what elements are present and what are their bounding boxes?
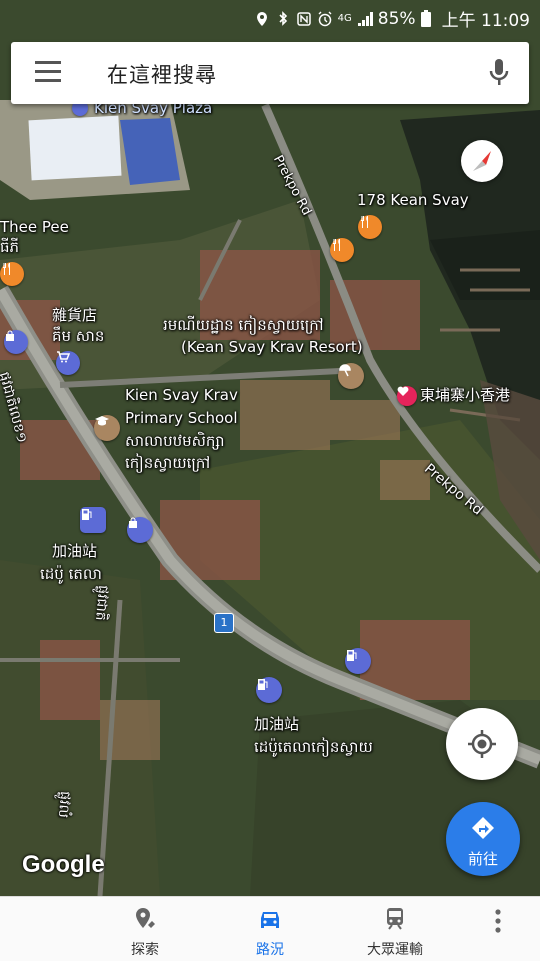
road-khmer-label-3: ផ្លូវលំ [54, 790, 74, 819]
search-input[interactable]: 在這裡搜尋 [107, 59, 217, 89]
location-icon [256, 11, 267, 26]
search-bar[interactable]: 在這裡搜尋 [11, 42, 529, 104]
nav-item-explore[interactable]: 探索 [100, 897, 190, 961]
heart-pin-icon[interactable] [397, 386, 417, 406]
signal-icon [357, 11, 373, 26]
microphone-icon[interactable] [489, 57, 509, 89]
gas-station-pin-icon-2[interactable] [345, 648, 371, 674]
clock-time: 上午 11:09 [441, 11, 530, 31]
gas-station-pin-icon[interactable] [80, 507, 106, 533]
school-english-label-1[interactable]: Kien Svay Krav [125, 386, 238, 405]
gas-station-khmer-label-2[interactable]: ដេប៉ូតេលាកៀនស្វាយ [254, 738, 373, 757]
battery-icon [420, 10, 431, 27]
gas-station-label-1[interactable]: 加油站 [52, 542, 97, 561]
road-shield: 1 [214, 613, 234, 633]
google-logo: Google [22, 851, 105, 878]
pin-icon [136, 908, 155, 928]
nfc-icon [296, 11, 311, 26]
menu-icon[interactable] [35, 61, 61, 85]
restaurant-pin-icon-3[interactable] [0, 262, 24, 286]
resort-english-label[interactable]: (Kean Svay Krav Resort) [181, 338, 363, 357]
thee-pee-khmer-label[interactable]: ធីភី [0, 238, 19, 257]
kean-svay-178-label[interactable]: 178 Kean Svay [357, 191, 469, 210]
thee-pee-label[interactable]: Thee Pee [0, 218, 69, 237]
shopping-bag-icon[interactable] [4, 330, 28, 354]
restaurant-pin-icon[interactable] [358, 215, 382, 239]
restaurant-pin-icon-2[interactable] [330, 238, 354, 262]
status-bar: 4G 85% 上午 11:09 [0, 0, 540, 34]
gas-station-khmer-label-1[interactable]: ដេប៉ូ តេលា [40, 565, 102, 584]
alarm-icon [318, 11, 332, 26]
resort-khmer-label[interactable]: រមណីយដ្ឋាន កៀនស្វាយក្រៅ [163, 316, 324, 335]
bottom-navigation: 探索 路況 大眾運輸 [0, 896, 540, 961]
grocery-khmer-label[interactable]: គឹម សាន [52, 327, 104, 346]
school-khmer-label-1[interactable]: សាលាបឋមសិក្សា [125, 432, 224, 451]
school-hat-icon[interactable] [94, 415, 120, 441]
shopping-bag-icon-2[interactable] [127, 517, 153, 543]
nav-item-transit[interactable]: 大眾運輸 [345, 897, 445, 961]
grocery-label[interactable]: 雜貨店 [52, 306, 97, 325]
train-icon [387, 908, 403, 930]
battery-percent: 85% [377, 8, 416, 29]
shopping-cart-icon[interactable] [56, 351, 80, 375]
nav-label-traffic: 路況 [256, 942, 284, 958]
more-options-icon[interactable] [486, 907, 510, 937]
car-icon [261, 912, 279, 928]
directions-button[interactable]: 前往 [446, 802, 520, 876]
bluetooth-icon [279, 10, 287, 26]
my-location-button[interactable] [446, 708, 518, 780]
hk-restaurant-label[interactable]: 東埔寨小香港 [420, 386, 510, 405]
crosshair-icon [468, 730, 496, 758]
nav-item-traffic[interactable]: 路況 [225, 897, 315, 961]
gas-station-label-2[interactable]: 加油站 [254, 715, 299, 734]
directions-icon [472, 817, 494, 839]
gas-station-pin-icon-3[interactable] [256, 677, 282, 703]
nav-label-explore: 探索 [131, 942, 159, 958]
school-khmer-label-2[interactable]: កៀនស្វាយក្រៅ [125, 454, 210, 473]
network-type: 4G [337, 12, 352, 24]
road-khmer-label-2: ផ្លូវជាតិ [91, 584, 112, 622]
school-english-label-2[interactable]: Primary School [125, 409, 238, 428]
compass-icon [473, 151, 491, 171]
nav-label-transit: 大眾運輸 [367, 942, 423, 958]
compass-button[interactable] [461, 140, 503, 182]
resort-pin-icon[interactable] [338, 363, 364, 389]
directions-label: 前往 [467, 850, 498, 868]
